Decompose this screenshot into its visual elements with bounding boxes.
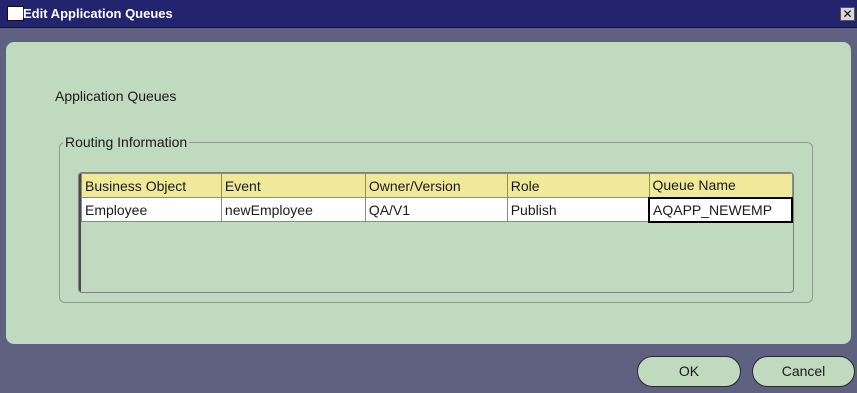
cancel-button[interactable]: Cancel [752,356,855,387]
column-header-business-object[interactable]: Business Object [81,173,222,198]
cell-role[interactable]: Publish [506,197,650,222]
column-header-role[interactable]: Role [506,173,650,198]
cell-event[interactable]: newEmployee [220,197,366,222]
group-title: Routing Information [63,134,190,150]
cell-business-object[interactable]: Employee [81,197,222,222]
window-title: Edit Application Queues [23,6,173,21]
column-header-event[interactable]: Event [220,173,366,198]
page-heading: Application Queues [55,88,177,104]
table-header-row: Business Object Event Owner/Version Role… [81,173,793,198]
cell-queue-name[interactable]: AQAPP_NEWEMP [648,196,793,223]
routing-table: Business Object Event Owner/Version Role… [81,173,793,223]
table-row[interactable]: Employee newEmployee QA/V1 Publish AQAPP… [81,196,793,223]
column-header-queue-name[interactable]: Queue Name [648,173,793,198]
title-bar: Edit Application Queues ✕ [0,0,857,28]
close-icon[interactable]: ✕ [840,7,855,21]
ok-button[interactable]: OK [637,356,741,387]
cell-owner-version[interactable]: QA/V1 [364,197,508,222]
column-header-owner-version[interactable]: Owner/Version [364,173,508,198]
routing-table-frame: Business Object Event Owner/Version Role… [78,172,794,293]
application-icon [7,6,24,21]
